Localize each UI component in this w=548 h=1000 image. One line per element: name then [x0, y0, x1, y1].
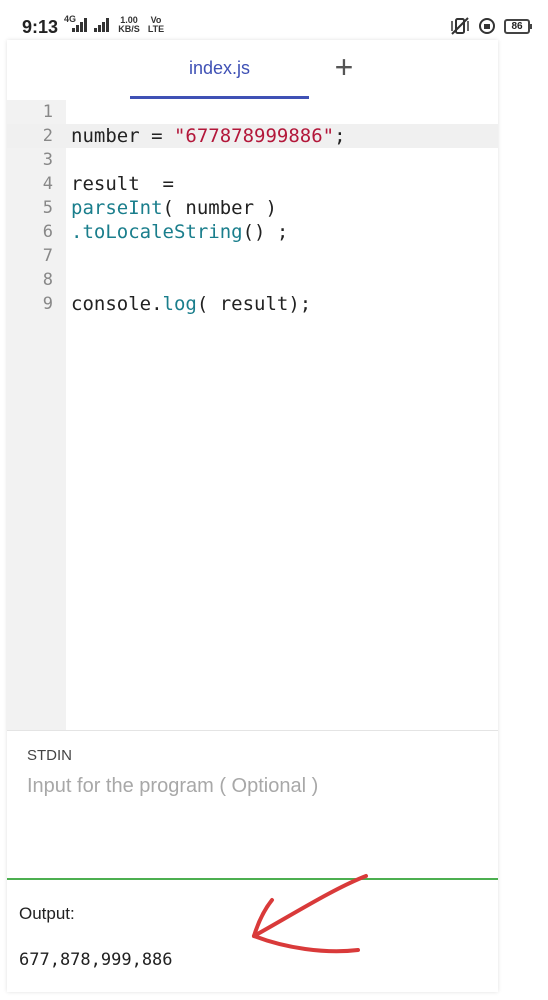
vibrate-mute-icon [451, 17, 469, 35]
code-line[interactable]: 5 parseInt( number ) [7, 196, 498, 220]
code-line[interactable]: 9 console.log( result); [7, 292, 498, 316]
line-number: 8 [42, 270, 53, 290]
annotation-arrow-icon [252, 874, 368, 954]
code-text: console.log( result); [71, 293, 312, 315]
status-right: 86 [450, 17, 532, 35]
status-bar: 9:13 4G 1.00 KB/S Vo LTE 86 [0, 0, 548, 40]
stdin-label: STDIN [27, 747, 72, 764]
code-text: result = [71, 173, 174, 195]
volte-indicator: Vo LTE [147, 15, 165, 34]
status-time: 9:13 [22, 17, 59, 37]
line-number: 2 [42, 126, 53, 146]
code-line[interactable]: 1 [7, 100, 498, 124]
code-line[interactable]: 6 .toLocaleString() ; [7, 220, 498, 244]
code-text: .toLocaleString() ; [71, 221, 289, 243]
code-line[interactable]: 7 [7, 244, 498, 268]
code-text: parseInt( number ) [71, 197, 277, 219]
line-number: 7 [42, 246, 53, 266]
tab-bar: index.js + [7, 40, 498, 100]
output-value: 677,878,999,886 [19, 950, 173, 970]
code-text: number = "677878999886"; [71, 125, 346, 147]
line-number: 3 [42, 150, 53, 170]
code-editor[interactable]: 1 2 number = "677878999886"; 3 4 result … [7, 100, 498, 730]
data-saver-icon [479, 18, 495, 34]
code-line[interactable]: 8 [7, 268, 498, 292]
code-lines: 1 2 number = "677878999886"; 3 4 result … [7, 100, 498, 316]
line-number: 1 [42, 102, 53, 122]
tab-index-js[interactable]: index.js [130, 40, 309, 99]
stdin-input[interactable] [27, 775, 477, 798]
network-speed: 1.00 KB/S [118, 15, 140, 34]
line-number: 5 [42, 198, 53, 218]
signal-icon-2 [94, 18, 109, 32]
add-tab-button[interactable]: + [330, 51, 358, 83]
line-number: 4 [42, 174, 53, 194]
code-line[interactable]: 4 result = [7, 172, 498, 196]
stdin-panel: STDIN [7, 730, 498, 878]
code-line[interactable]: 3 [7, 148, 498, 172]
signal-icon [72, 18, 87, 32]
code-line-active[interactable]: 2 number = "677878999886"; [7, 124, 498, 148]
battery-icon: 86 [504, 18, 532, 34]
line-number: 6 [42, 222, 53, 242]
output-label: Output: [19, 904, 75, 923]
line-number: 9 [42, 294, 53, 314]
editor-card: index.js + 1 2 number = "677878999886"; … [7, 40, 498, 992]
